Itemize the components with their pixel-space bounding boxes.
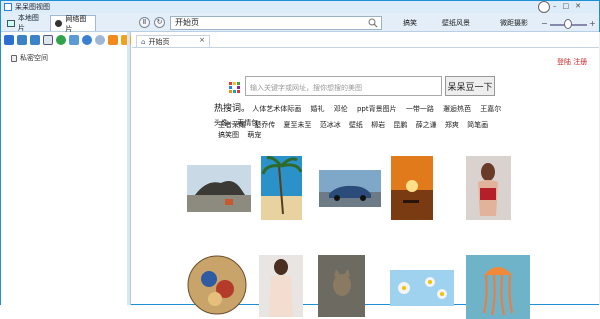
- hot-word[interactable]: 郑爽: [445, 120, 459, 130]
- tab-net-label: 网络图片: [65, 14, 87, 33]
- hot-word[interactable]: ppt背景图片: [357, 102, 397, 116]
- user-icon[interactable]: [538, 1, 550, 13]
- hot-word[interactable]: 一带一路: [406, 102, 434, 116]
- copy-icon[interactable]: [43, 35, 53, 45]
- tab-local-label: 本地图片: [17, 14, 39, 32]
- pause-button[interactable]: Ⅱ: [139, 17, 150, 28]
- hot-word[interactable]: 搞笑图: [218, 130, 239, 140]
- thumbnail-portrait-red[interactable]: [466, 156, 511, 220]
- edit-icon[interactable]: [4, 35, 14, 45]
- import-icon[interactable]: [17, 35, 27, 45]
- thumbnail-jellyfish[interactable]: [466, 255, 530, 319]
- hot-word[interactable]: 楚乔传: [254, 120, 275, 130]
- gear-icon[interactable]: [82, 35, 92, 45]
- home-icon: ⌂: [141, 37, 146, 46]
- hot-word[interactable]: 邂逅热芭: [443, 102, 471, 116]
- share-icon[interactable]: [95, 35, 105, 45]
- tab-start-label: 开始页: [148, 37, 170, 46]
- minimize-icon[interactable]: –: [553, 2, 563, 10]
- hot-word[interactable]: 人体艺术体际画: [252, 102, 301, 116]
- thumbnail-sunset[interactable]: [391, 156, 433, 220]
- tab-net-images[interactable]: 网络图片: [50, 14, 96, 33]
- tab-local-images[interactable]: 本地图片: [3, 14, 49, 32]
- hot-word[interactable]: 邓伦: [334, 102, 348, 116]
- lock-icon: [11, 54, 17, 62]
- zoom-out-icon[interactable]: −: [541, 19, 548, 28]
- hot-words-row2: 王者荣耀 楚乔传 夏至未至 范冰冰 壁纸 柳岩 昆鹏 薛之谦 郑爽 简笔画 搞笑…: [218, 120, 518, 140]
- thumbnail-palm-beach[interactable]: [261, 156, 302, 220]
- sidebar: 私密空间: [1, 32, 131, 305]
- tab-start-page[interactable]: ⌂ 开始页 ×: [136, 35, 210, 47]
- login-register-link[interactable]: 登陆 注册: [557, 57, 587, 67]
- hot-word[interactable]: 王嘉尔: [480, 102, 501, 116]
- search-logo-icon: [229, 82, 240, 93]
- clipboard-icon[interactable]: [69, 35, 79, 45]
- thumbnail-kitten[interactable]: [318, 255, 365, 317]
- hot-word[interactable]: 薛之谦: [416, 120, 437, 130]
- tree-item-label: 私密空间: [20, 54, 48, 62]
- link-macro[interactable]: 微距摄影: [500, 18, 528, 28]
- refresh-icon: ↻: [156, 18, 163, 26]
- thumbnail-woman-lingerie[interactable]: [259, 255, 303, 317]
- globe-icon: [55, 20, 63, 27]
- search-input[interactable]: 输入关键字或网址，搜你想搜的美图: [245, 76, 442, 96]
- zoom-slider-knob[interactable]: [564, 19, 572, 29]
- content-area: ⌂ 开始页 × 登陆 注册 输入关键字或网址，搜你想搜的美图 呆呆豆一下 热搜词…: [132, 32, 599, 319]
- app-window: 呆呆图视图 本地图片 网络图片 Ⅱ ↻ 开始页 搞笑 壁纸风景 微距摄影 − +…: [0, 0, 600, 319]
- hot-word[interactable]: 范冰冰: [320, 120, 341, 130]
- address-text: 开始页: [175, 18, 199, 27]
- refresh-button[interactable]: ↻: [154, 17, 165, 28]
- hot-word[interactable]: 壁纸: [349, 120, 363, 130]
- close-icon[interactable]: ✕: [575, 2, 587, 10]
- maximize-icon[interactable]: □: [563, 2, 576, 10]
- link-wallpaper[interactable]: 壁纸风景: [442, 18, 470, 28]
- hot-words-label: 热搜词。: [214, 104, 251, 114]
- tree-item-private-space[interactable]: 私密空间: [11, 53, 48, 63]
- hot-word[interactable]: 王者荣耀: [218, 120, 246, 130]
- folder-icon[interactable]: [108, 35, 118, 45]
- hot-word[interactable]: 萌宠: [247, 130, 261, 140]
- play-icon[interactable]: [56, 35, 66, 45]
- zoom-in-icon[interactable]: +: [589, 19, 596, 28]
- export-icon[interactable]: [30, 35, 40, 45]
- hot-word[interactable]: 简笔画: [467, 120, 488, 130]
- thumbnail-painting-circle[interactable]: [187, 255, 247, 315]
- monitor-icon: [7, 19, 15, 27]
- thumbnail-sports-car[interactable]: [319, 170, 381, 207]
- address-bar[interactable]: 开始页: [170, 16, 382, 30]
- hot-word[interactable]: 婚礼: [310, 102, 324, 116]
- search-button[interactable]: 呆呆豆一下: [445, 76, 495, 96]
- thumbnail-rock-sculpture[interactable]: [187, 165, 251, 212]
- thumbnail-flowers[interactable]: [390, 270, 454, 306]
- sidebar-scrollbar[interactable]: [127, 32, 130, 305]
- main-toolbar: 本地图片 网络图片 Ⅱ ↻ 开始页 搞笑 壁纸风景 微距摄影 − +: [1, 13, 599, 33]
- hot-word[interactable]: 柳岩: [371, 120, 385, 130]
- hot-word[interactable]: 夏至未至: [283, 120, 311, 130]
- link-funny[interactable]: 搞笑: [403, 18, 417, 28]
- app-logo-icon: [4, 3, 12, 11]
- sidebar-toolbar: [1, 32, 131, 48]
- tab-divider: [132, 47, 599, 48]
- app-title: 呆呆图视图: [15, 3, 50, 11]
- tab-close-icon[interactable]: ×: [199, 36, 205, 44]
- pause-icon: Ⅱ: [142, 18, 147, 26]
- title-bar: 呆呆图视图: [1, 1, 599, 13]
- window-controls[interactable]: –□✕: [553, 2, 587, 10]
- hot-word[interactable]: 昆鹏: [393, 120, 407, 130]
- search-icon[interactable]: [368, 18, 378, 28]
